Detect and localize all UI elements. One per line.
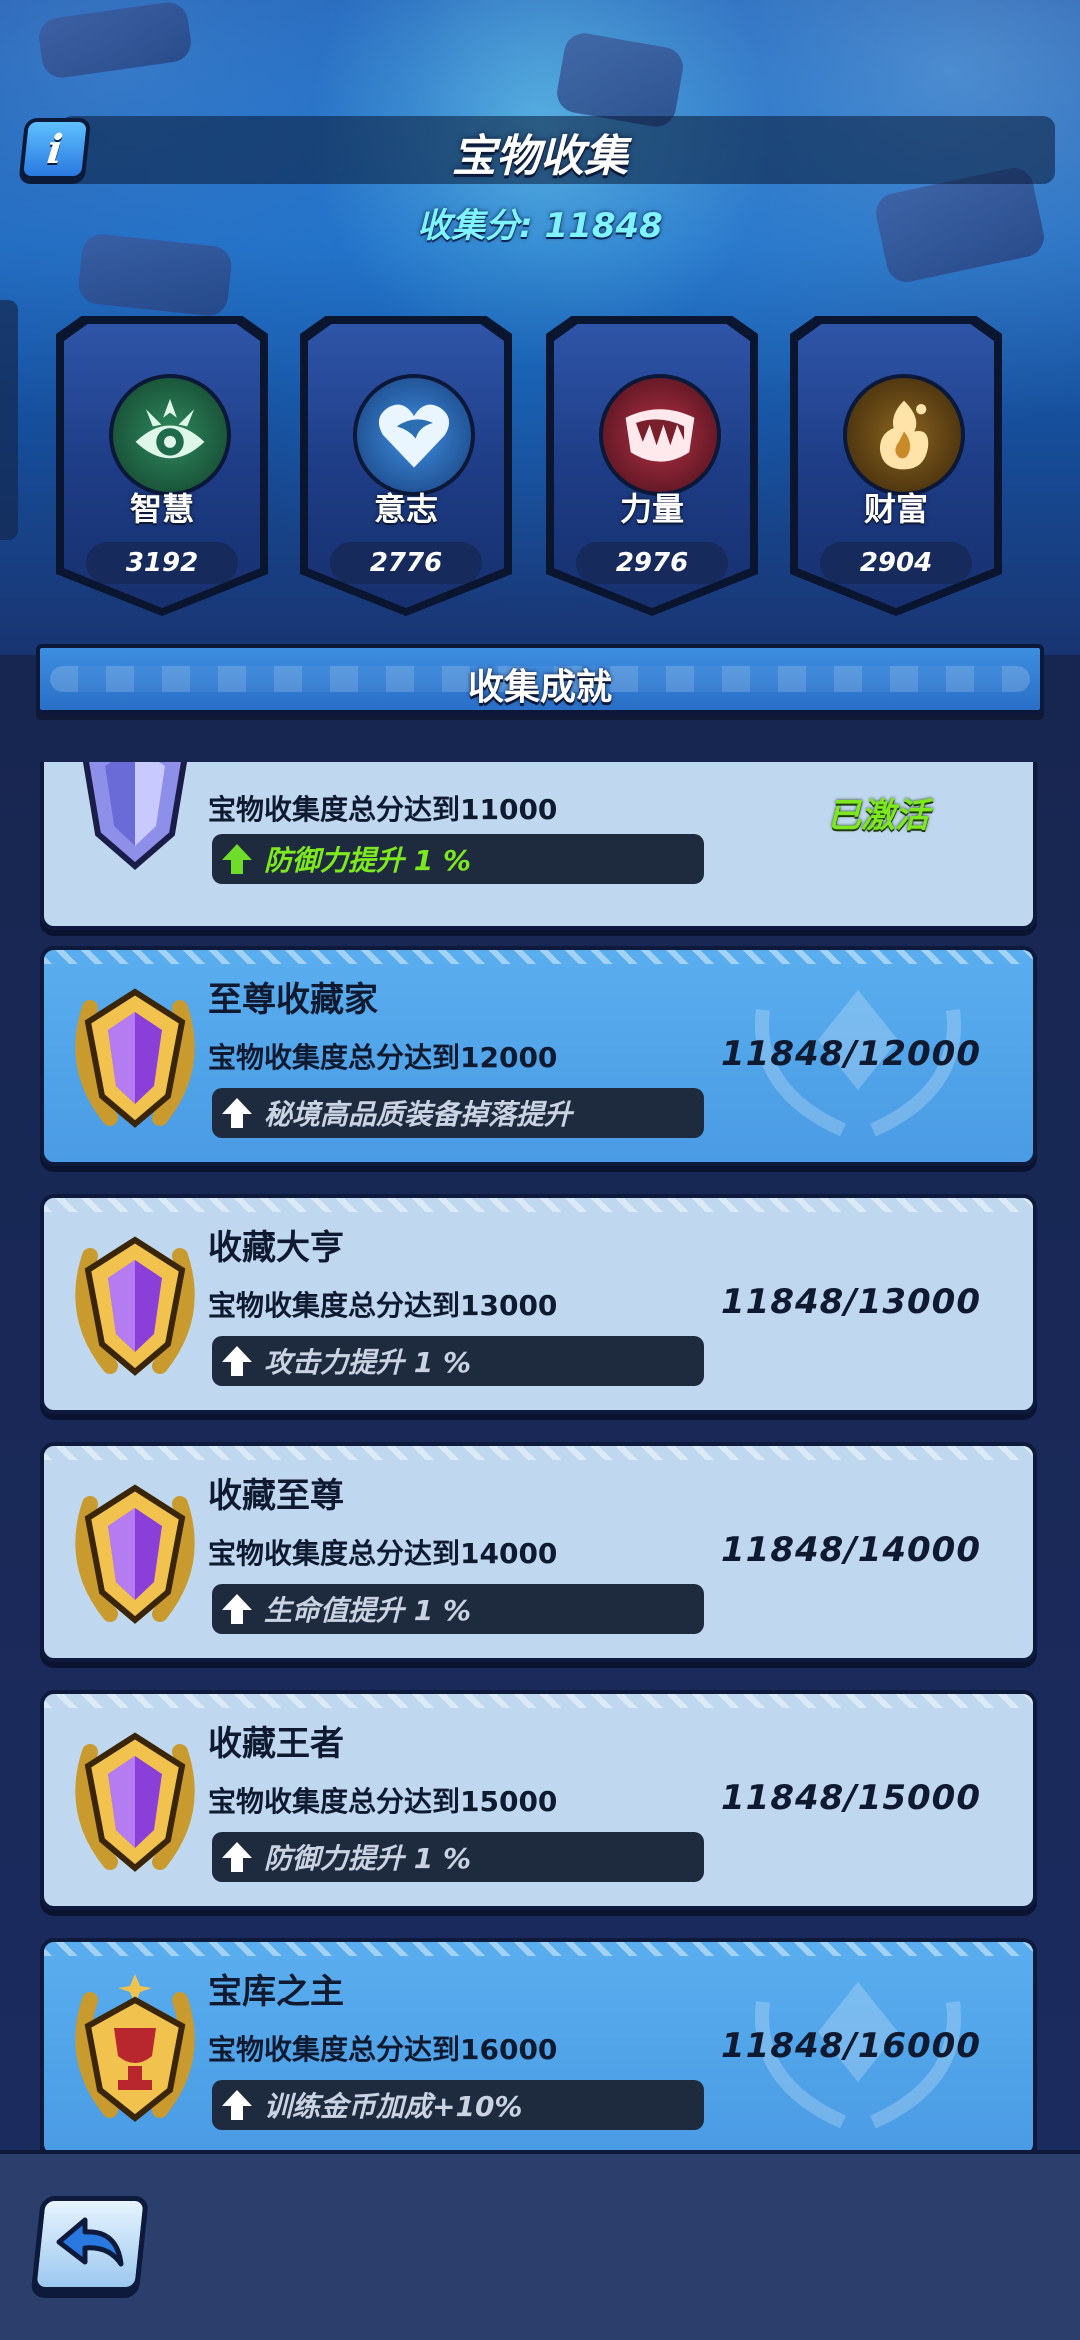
achievement-progress: 11848/16000 [721, 2026, 981, 2066]
up-arrow-icon [222, 844, 252, 874]
section-banner: 收集成就 [36, 644, 1044, 714]
achievement-reward: 生命值提升 1 % [212, 1584, 704, 1634]
attribute-card-wisdom[interactable]: 智慧 3192 [56, 316, 268, 616]
achievement-condition: 宝物收集度总分达到14000 [208, 1537, 558, 1570]
reward-text: 秘境高品质装备掉落提升 [264, 1098, 573, 1131]
achievement-list[interactable]: 宝物收集度总分达到11000 防御力提升 1 % 已激活 至尊收藏家 宝物收集度… [0, 762, 1080, 2150]
achievement-name: 至尊收藏家 [208, 980, 378, 1020]
achievement-condition: 宝物收集度总分达到13000 [208, 1289, 558, 1322]
achievement-reward: 训练金币加成+10% [212, 2080, 704, 2130]
collection-score: 收集分: 11848 [417, 206, 663, 246]
up-arrow-icon [222, 1098, 252, 1128]
attribute-name: 财富 [863, 490, 928, 528]
attribute-value: 2776 [330, 542, 482, 584]
side-tab[interactable] [0, 300, 18, 540]
fangs-icon [599, 374, 721, 496]
up-arrow-icon [222, 2090, 252, 2120]
attribute-value: 3192 [86, 542, 238, 584]
attribute-name: 智慧 [129, 490, 194, 528]
attribute-card-will[interactable]: 意志 2776 [300, 316, 512, 616]
achievement-progress: 11848/14000 [721, 1530, 981, 1570]
achievement-reward: 防御力提升 1 % [212, 834, 704, 884]
achievement-reward: 防御力提升 1 % [212, 1832, 704, 1882]
achievement-name: 收藏王者 [208, 1724, 344, 1764]
achievement-condition: 宝物收集度总分达到16000 [208, 2033, 558, 2066]
card-trim [44, 1198, 1033, 1212]
card-trim [44, 950, 1033, 964]
attribute-card-body: 财富 2904 [798, 324, 994, 608]
card-trim [44, 1694, 1033, 1708]
card-trim [44, 1446, 1033, 1460]
page-title: 宝物收集 [452, 131, 628, 182]
gold-trophy-medal-icon [75, 1974, 195, 2122]
card-trim [44, 1942, 1033, 1956]
attribute-card-wealth[interactable]: 财富 2904 [790, 316, 1002, 616]
attribute-card-body: 意志 2776 [308, 324, 504, 608]
achievement-item[interactable]: 至尊收藏家 宝物收集度总分达到12000 秘境高品质装备掉落提升 11848/1… [40, 946, 1037, 1166]
back-arrow-icon [56, 2217, 124, 2267]
attribute-value: 2976 [576, 542, 728, 584]
achievement-item[interactable]: 宝物收集度总分达到11000 防御力提升 1 % 已激活 [40, 762, 1037, 930]
gold-gem-medal-icon [75, 1732, 195, 1872]
floating-rock [553, 30, 687, 130]
reward-text: 防御力提升 1 % [264, 844, 472, 877]
achievement-name: 收藏至尊 [208, 1476, 344, 1516]
up-arrow-icon [222, 1346, 252, 1376]
attribute-name: 力量 [619, 490, 684, 528]
bottom-bar [0, 2150, 1080, 2340]
achievement-reward: 攻击力提升 1 % [212, 1336, 704, 1386]
reward-text: 攻击力提升 1 % [264, 1346, 472, 1379]
attribute-name: 意志 [373, 490, 438, 528]
achievement-condition: 宝物收集度总分达到15000 [208, 1785, 558, 1818]
achievement-item[interactable]: 收藏至尊 宝物收集度总分达到14000 生命值提升 1 % 11848/1400… [40, 1442, 1037, 1662]
achievement-reward: 秘境高品质装备掉落提升 [212, 1088, 704, 1138]
gold-gem-medal-icon [75, 1484, 195, 1624]
achievement-item[interactable]: 收藏大亨 宝物收集度总分达到13000 攻击力提升 1 % 11848/1300… [40, 1194, 1037, 1414]
achievement-name: 收藏大亨 [208, 1228, 344, 1268]
attribute-value: 2904 [820, 542, 972, 584]
floating-rock [36, 0, 194, 81]
achievement-condition: 宝物收集度总分达到11000 [208, 793, 558, 826]
back-button[interactable] [30, 2196, 150, 2292]
gold-gem-medal-icon [75, 1236, 195, 1376]
achievement-progress: 11848/15000 [721, 1778, 981, 1818]
attribute-card-body: 智慧 3192 [64, 324, 260, 608]
up-arrow-icon [222, 1842, 252, 1872]
attribute-card-body: 力量 2976 [554, 324, 750, 608]
gold-gem-medal-icon [75, 988, 195, 1128]
achievement-item[interactable]: 宝库之主 宝物收集度总分达到16000 训练金币加成+10% 11848/160… [40, 1938, 1037, 2150]
achievement-progress: 11848/13000 [721, 1282, 981, 1322]
attribute-card-strength[interactable]: 力量 2976 [546, 316, 758, 616]
reward-text: 生命值提升 1 % [264, 1594, 472, 1627]
achievement-item[interactable]: 收藏王者 宝物收集度总分达到15000 防御力提升 1 % 11848/1500… [40, 1690, 1037, 1910]
activated-status: 已激活 [827, 796, 929, 836]
flame-icon [843, 374, 965, 496]
reward-text: 训练金币加成+10% [264, 2090, 523, 2123]
heart-icon [353, 374, 475, 496]
reward-text: 防御力提升 1 % [264, 1842, 472, 1875]
up-arrow-icon [222, 1594, 252, 1624]
achievement-progress: 11848/12000 [721, 1034, 981, 1074]
eye-icon [109, 374, 231, 496]
achievement-condition: 宝物收集度总分达到12000 [208, 1041, 558, 1074]
achievement-name: 宝库之主 [208, 1972, 344, 2012]
section-title: 收集成就 [467, 667, 612, 708]
silver-gem-medal-icon [82, 762, 188, 870]
